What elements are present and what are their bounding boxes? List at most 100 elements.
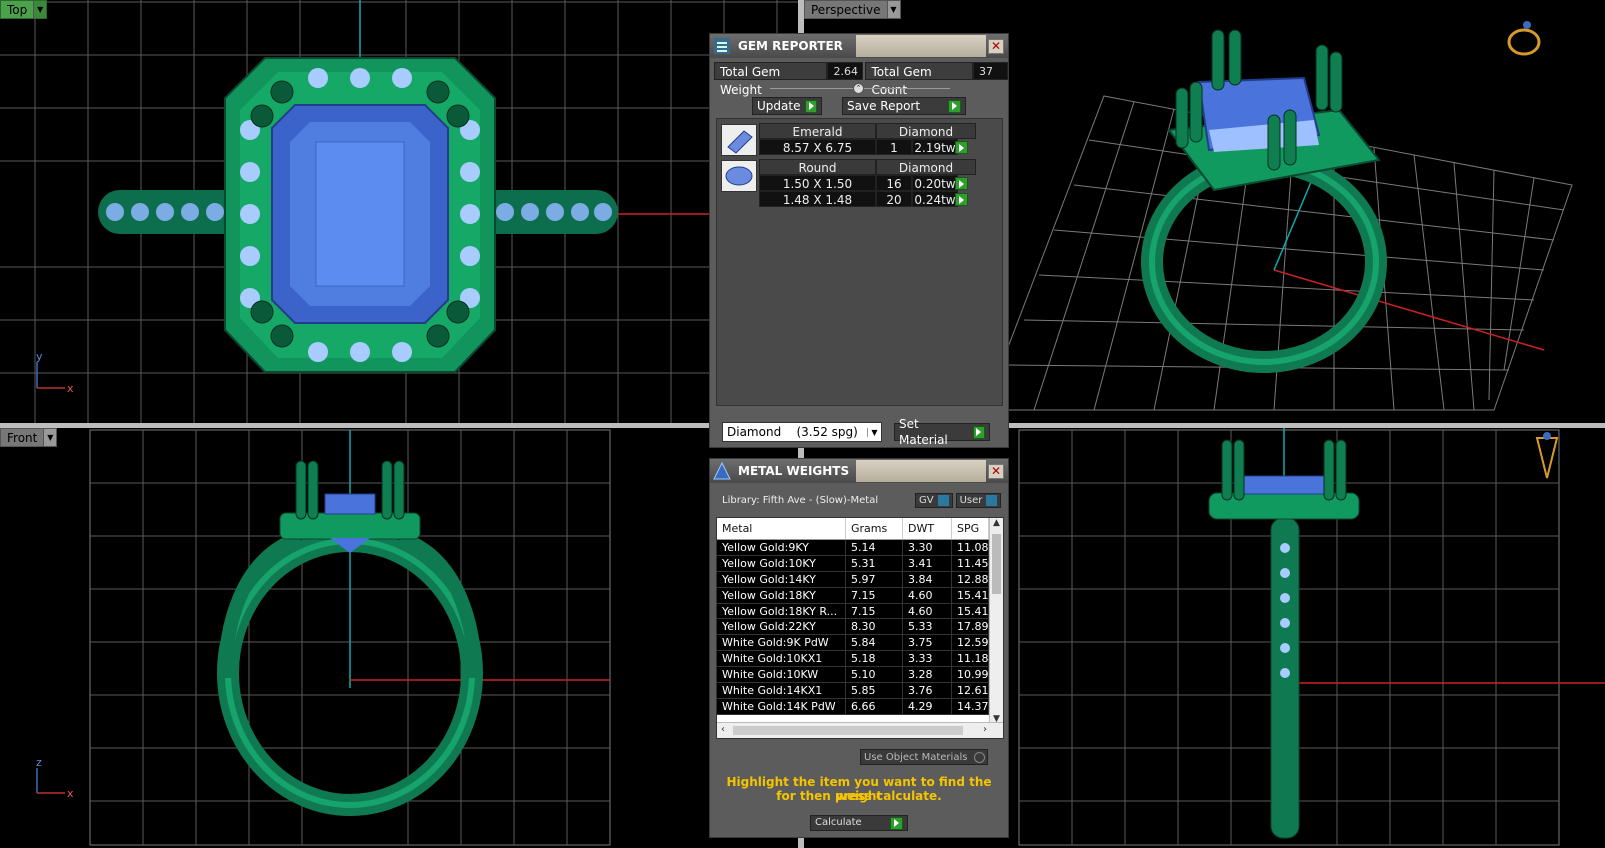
gem-weight[interactable]: 0.20tw [912,175,958,191]
cell: 11.45 [952,555,989,571]
table-row[interactable]: Yellow Gold:22KY 8.30 5.33 17.89 [717,619,1003,636]
gem-count[interactable]: 20 [876,191,912,207]
cell: 15.41 [952,587,989,603]
update-button[interactable]: Update [752,97,822,115]
total-gem-count-label: Total Gem Count [865,62,973,97]
table-row[interactable]: Yellow Gold:9KY 5.14 3.30 11.08 [717,540,1003,556]
gem-thumbnail-round[interactable] [721,160,757,192]
viewport-label-perspective[interactable]: Perspective ▼ [804,0,901,19]
table-row[interactable]: Yellow Gold:10KY 5.31 3.41 11.45 [717,555,1003,572]
metal-weights-close-button[interactable]: ✕ [988,463,1004,479]
set-material-button[interactable]: Set Material [894,417,990,447]
scroll-left-icon[interactable]: ‹ [721,724,725,735]
cell: White Gold:14KX1 [717,683,846,698]
gv-toggle[interactable]: GV [915,493,953,508]
cell: 7.15 [846,603,903,619]
column-header-spg[interactable]: SPG [952,518,989,539]
use-object-materials-toggle[interactable]: Use Object Materials [860,749,988,765]
gv-label: GV [919,495,934,506]
material-select[interactable]: Diamond (3.52 spg) ▼ [722,422,882,442]
cell: 5.85 [846,683,903,698]
cell: White Gold:9K PdW [717,635,846,651]
table-row[interactable]: White Gold:9K PdW 5.84 3.75 12.59 [717,635,1003,652]
radio-icon [974,751,985,763]
gem-size[interactable]: 1.48 X 1.48 [759,191,876,207]
gem-weight[interactable]: 0.24tw [912,191,958,207]
metal-weights-titlebar[interactable]: METAL WEIGHTS ✕ [710,459,1008,483]
viewport-front[interactable]: z x Front ▼ [0,428,798,848]
scroll-right-icon[interactable]: › [983,724,987,735]
total-gem-weight-label: Total Gem Weight [714,62,828,97]
select-gem-button[interactable] [955,177,968,190]
gv-indicator [937,495,949,506]
gem-reporter-titlebar[interactable]: GEM REPORTER ✕ [710,34,1008,58]
save-report-button[interactable]: Save Report [842,97,966,115]
table-row[interactable]: White Gold:14K PdW 6.66 4.29 14.37 [717,698,1003,715]
table-row[interactable]: White Gold:10KX1 5.18 3.33 11.18 [717,651,1003,668]
select-gem-button[interactable] [955,193,968,206]
metal-table: Metal Grams DWT SPG Yellow Gold:9KY 5.14 3… [716,517,1004,739]
select-gem-button[interactable] [955,141,968,154]
play-icon [948,99,961,113]
front-view-scene: z x [36,429,611,846]
axis-x-label: x [67,787,74,800]
cell: 3.76 [903,683,952,698]
horizontal-scrollbar[interactable]: ‹ › [717,722,1003,738]
update-button-label: Update [757,99,801,113]
set-material-label: Set Material [899,417,948,447]
user-toggle[interactable]: User [955,493,1002,508]
column-header-grams[interactable]: Grams [846,518,903,539]
cell: Yellow Gold:14KY [717,571,846,587]
cell: White Gold:10KX1 [717,651,846,667]
collapse-arrow-icon[interactable]: ⌃ [853,83,864,94]
cell: Yellow Gold:18KY R... [717,603,846,619]
gem-size[interactable]: 1.50 X 1.50 [759,175,876,191]
gem-size[interactable]: 8.57 X 6.75 [759,139,876,155]
cell: 3.75 [903,635,952,651]
scrollbar-thumb[interactable] [992,534,1001,594]
vertical-scrollbar[interactable]: ▲ ▼ [989,518,1003,724]
viewport-menu-dropdown[interactable]: ▼ [43,429,57,446]
cell: 12.59 [952,635,989,651]
gem-reporter-title: GEM REPORTER [738,39,843,53]
viewport-label-top[interactable]: Top ▼ [0,0,48,19]
user-label: User [959,495,983,506]
cell: 10.99 [952,667,989,683]
table-row[interactable]: White Gold:10KW 5.10 3.28 10.99 [717,667,1003,684]
cell: 5.18 [846,651,903,667]
gem-list: Emerald Diamond 8.57 X 6.75 1 2.19tw Rou… [716,118,1003,406]
viewport-label-text: Front [7,430,38,445]
gem-reporter-panel: GEM REPORTER ✕ Total Gem Weight 2.64 Tot… [709,33,1009,448]
scrollbar-thumb[interactable] [733,726,963,735]
scroll-up-icon[interactable]: ▲ [990,518,1003,528]
table-row[interactable]: Yellow Gold:18KY R... 7.15 4.60 15.41 [717,603,1003,620]
gem-count[interactable]: 16 [876,175,912,191]
viewport-menu-dropdown[interactable]: ▼ [886,1,900,18]
metal-table-body: Yellow Gold:9KY 5.14 3.30 11.08 Yellow Gold… [717,540,1003,715]
table-row[interactable]: Yellow Gold:14KY 5.97 3.84 12.88 [717,571,1003,588]
cell: 15.41 [952,603,989,619]
column-header-dwt[interactable]: DWT [903,518,952,539]
viewport-menu-dropdown[interactable]: ▼ [33,1,47,18]
table-row[interactable]: White Gold:14KX1 5.85 3.76 12.61 [717,683,1003,699]
viewport-label-front[interactable]: Front ▼ [0,428,58,447]
library-label: Library: Fifth Ave - (Slow)-Metal [722,495,879,506]
gem-shape: Emerald [759,123,876,139]
cell: 3.28 [903,667,952,683]
table-row[interactable]: Yellow Gold:18KY 7.15 4.60 15.41 [717,587,1003,604]
pendant-material-icon [1535,432,1559,479]
cell: 7.15 [846,587,903,603]
cell: 14.37 [952,698,989,714]
gem-reporter-close-button[interactable]: ✕ [988,38,1004,54]
gem-material: Diamond [876,159,976,175]
calculate-button[interactable]: Calculate [810,815,908,831]
gem-count[interactable]: 1 [876,139,912,155]
gem-reporter-app-icon [710,34,734,58]
use-object-materials-label: Use Object Materials [864,751,968,763]
total-gem-weight-value: 2.64 [827,62,864,80]
gem-material: Diamond [876,123,976,139]
viewport-top[interactable]: y x Top ▼ [0,0,798,423]
gem-weight[interactable]: 2.19tw [912,139,958,155]
gem-thumbnail-emerald[interactable] [721,124,757,156]
column-header-metal[interactable]: Metal [717,518,846,539]
